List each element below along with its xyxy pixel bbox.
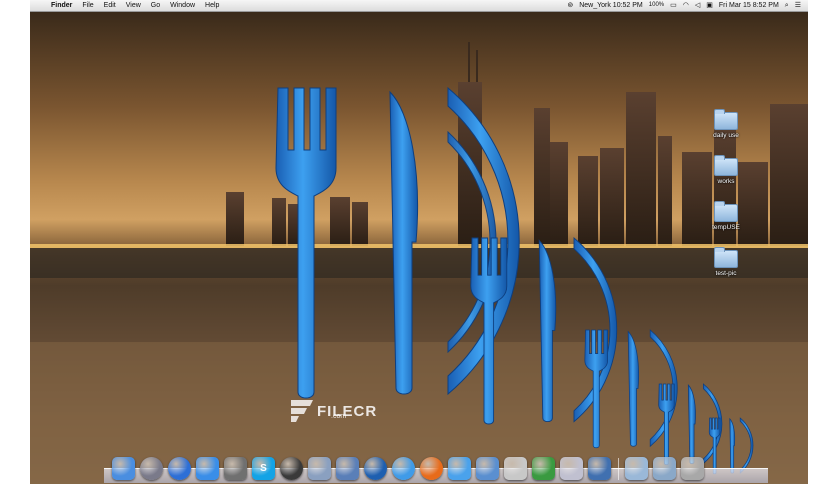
skype-icon[interactable]: S bbox=[252, 457, 275, 480]
desktop[interactable]: daily use works tempUSE test-pic bbox=[30, 12, 808, 484]
menu-file[interactable]: File bbox=[77, 0, 98, 11]
folder-icon bbox=[714, 155, 738, 176]
desktop-folder-label: works bbox=[717, 178, 735, 185]
applications-folder-icon[interactable] bbox=[625, 457, 648, 480]
desktop-folder-tempuse[interactable]: tempUSE bbox=[699, 201, 753, 231]
pencil-tool-icon[interactable] bbox=[532, 457, 555, 480]
menu-go[interactable]: Go bbox=[146, 0, 165, 11]
menu-bar: Finder File Edit View Go Window Help ⊚ N… bbox=[30, 0, 808, 12]
world-clock-text[interactable]: New_York 10:52 PM bbox=[576, 0, 646, 11]
dock-separator bbox=[618, 458, 619, 480]
menu-window[interactable]: Window bbox=[165, 0, 200, 11]
xcode-tools-icon[interactable] bbox=[336, 457, 359, 480]
launchpad-icon[interactable] bbox=[140, 457, 163, 480]
pdf-icon[interactable] bbox=[504, 457, 527, 480]
desktop-folder-daily-use[interactable]: daily use bbox=[699, 109, 753, 139]
watermark-sub: .com bbox=[331, 413, 347, 420]
desktop-folder-label: test-pic bbox=[715, 270, 737, 277]
desktop-folder-label: tempUSE bbox=[712, 224, 740, 231]
menu-view[interactable]: View bbox=[121, 0, 146, 11]
folder-icon bbox=[714, 109, 738, 130]
desktop-folder-label: daily use bbox=[713, 132, 739, 139]
wifi-icon[interactable]: ◠ bbox=[680, 0, 692, 11]
input-flag-icon[interactable]: ▣ bbox=[703, 0, 716, 11]
firefox-icon[interactable] bbox=[420, 457, 443, 480]
folder-icon bbox=[714, 247, 738, 268]
notification-list-icon[interactable]: ☰ bbox=[792, 0, 804, 11]
quicktime-icon[interactable] bbox=[560, 457, 583, 480]
folder-icon bbox=[714, 201, 738, 222]
eye-app-icon[interactable] bbox=[588, 457, 611, 480]
messages-icon[interactable] bbox=[448, 457, 471, 480]
desktop-folder-works[interactable]: works bbox=[699, 155, 753, 185]
desktop-folder-test-pic[interactable]: test-pic bbox=[699, 247, 753, 277]
watermark-logo-icon bbox=[291, 400, 313, 422]
menu-edit[interactable]: Edit bbox=[99, 0, 121, 11]
dashboard-icon[interactable] bbox=[280, 457, 303, 480]
menu-clock[interactable]: Fri Mar 15 8:52 PM bbox=[716, 0, 782, 11]
trash-icon[interactable] bbox=[681, 457, 704, 480]
dock: S bbox=[112, 450, 709, 480]
world-clock-icon[interactable]: ⊚ bbox=[564, 0, 576, 11]
watermark: FILECR .com bbox=[287, 398, 377, 424]
downloads-folder-icon[interactable] bbox=[653, 457, 676, 480]
battery-icon[interactable]: ▭ bbox=[667, 0, 680, 11]
finder-icon[interactable] bbox=[112, 457, 135, 480]
itunes-icon[interactable] bbox=[168, 457, 191, 480]
preview-photos-icon[interactable] bbox=[308, 457, 331, 480]
menu-help[interactable]: Help bbox=[200, 0, 224, 11]
battery-percent[interactable]: 100% bbox=[646, 0, 667, 11]
watermark-text: FILECR bbox=[317, 402, 378, 420]
preview-icon[interactable] bbox=[224, 457, 247, 480]
menu-finder[interactable]: Finder bbox=[46, 0, 77, 11]
google-earth-icon[interactable] bbox=[364, 457, 387, 480]
volume-icon[interactable]: ◁ bbox=[692, 0, 703, 11]
spotlight-search-icon[interactable]: ⌕ bbox=[782, 0, 792, 11]
city-wallpaper bbox=[30, 42, 808, 484]
safari-icon[interactable] bbox=[392, 457, 415, 480]
mail-icon[interactable] bbox=[476, 457, 499, 480]
app-store-icon[interactable] bbox=[196, 457, 219, 480]
